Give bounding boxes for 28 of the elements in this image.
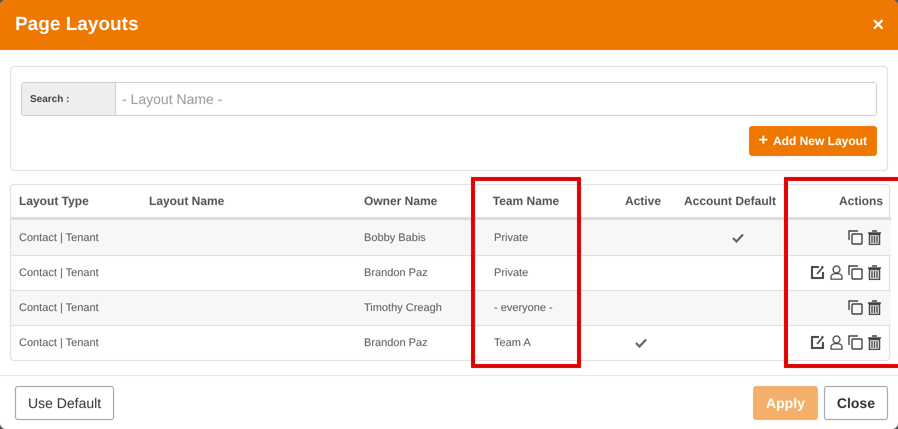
- footer-button[interactable]: Close: [824, 386, 888, 420]
- edit-icon[interactable]: [810, 335, 825, 350]
- delete-icon[interactable]: [868, 335, 881, 350]
- table-cell: Team A: [494, 336, 531, 348]
- table-cell: Bobby Babis: [364, 232, 426, 244]
- search-field[interactable]: Search : - Layout Name -: [21, 82, 877, 116]
- delete-icon[interactable]: [868, 230, 881, 245]
- table-cell: Contact | Tenant: [19, 302, 99, 314]
- copy-icon[interactable]: [848, 300, 863, 315]
- delete-icon[interactable]: [868, 300, 881, 315]
- user-icon[interactable]: [830, 335, 843, 350]
- table-cell: Brandon Paz: [364, 266, 428, 278]
- table-cell: Private: [494, 232, 528, 244]
- window-title: Page Layouts: [15, 14, 139, 36]
- table-cell: - everyone -: [494, 302, 553, 314]
- user-icon[interactable]: [830, 265, 843, 280]
- copy-icon[interactable]: [848, 335, 863, 350]
- table-cell: Contact | Tenant: [19, 336, 99, 348]
- edit-icon[interactable]: [810, 265, 825, 280]
- copy-icon[interactable]: [848, 265, 863, 280]
- table-cell: Brandon Paz: [364, 336, 428, 348]
- footer-button[interactable]: Use Default: [15, 386, 114, 420]
- table-cell: Contact | Tenant: [19, 232, 99, 244]
- table-cell: Timothy Creagh: [364, 302, 442, 314]
- copy-icon[interactable]: [848, 230, 863, 245]
- delete-icon[interactable]: [868, 265, 881, 280]
- table-cell: Contact | Tenant: [19, 266, 99, 278]
- table-cell: Private: [494, 266, 528, 278]
